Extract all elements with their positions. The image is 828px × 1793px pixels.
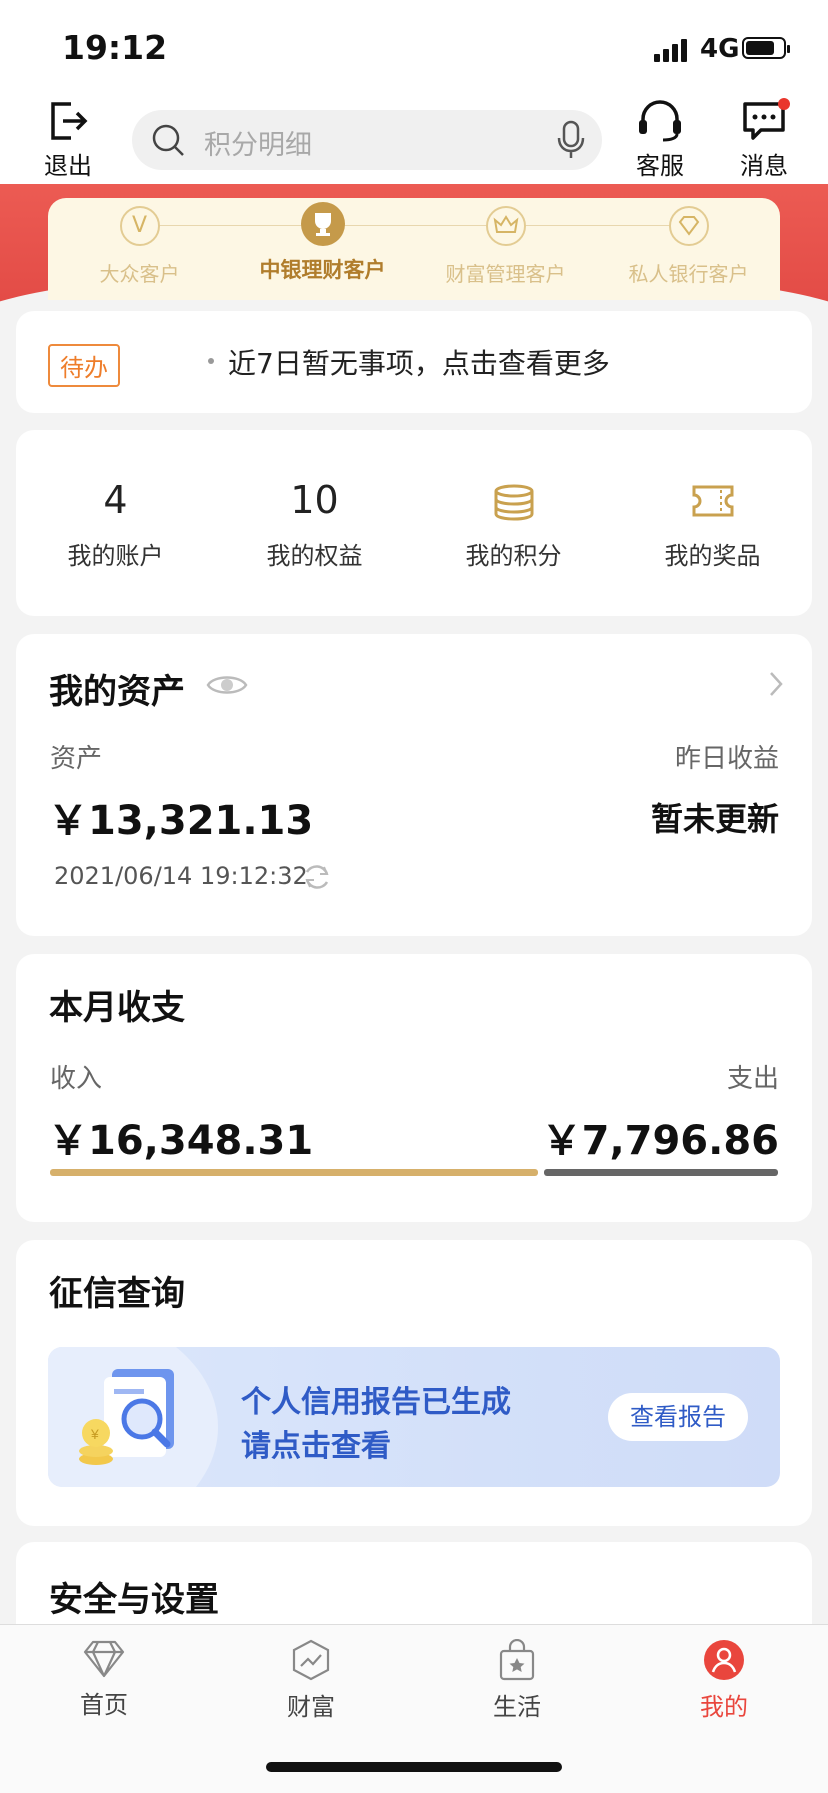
benefits-count: 10 [290,478,339,522]
trophy-icon [300,202,345,246]
my-benefits[interactable]: 10 我的权益 [215,470,414,571]
stats-card: 4 我的账户 10 我的权益 我的积分 我的奖品 [16,430,812,616]
my-points[interactable]: 我的积分 [414,470,613,571]
todo-text: 近7日暂无事项，点击查看更多 [228,347,610,380]
expense-bar [544,1169,778,1176]
income-value: ￥16,348.31 [48,1118,314,1164]
benefits-label: 我的权益 [266,542,363,570]
v-icon: V [119,206,160,246]
status-time: 19:12 [62,28,168,67]
todo-badge: 待办 [48,344,120,387]
yesterday-label: 昨日收益 [674,744,779,774]
tab-mine[interactable]: 我的 [664,1639,784,1722]
level-wealth-client[interactable]: 中银理财客户 [231,202,414,284]
microphone-icon[interactable] [556,120,586,160]
diamond-icon [83,1640,125,1678]
unread-dot [778,98,790,110]
level-mass[interactable]: V 大众客户 [48,206,231,287]
status-bar: 19:12 4G [0,0,828,90]
chart-icon [292,1639,330,1681]
assets-title: 我的资产 [49,672,185,712]
user-icon [704,1640,744,1680]
gem-icon [668,206,709,246]
income-label: 收入 [50,1064,103,1094]
search-icon [152,124,184,156]
view-report-button[interactable]: 查看报告 [608,1393,748,1441]
search-placeholder: 积分明细 [204,130,312,161]
points-label: 我的积分 [465,542,562,570]
customer-service-button[interactable]: 客服 [620,100,700,181]
tab-home[interactable]: 首页 [44,1639,164,1720]
credit-line-1: 个人信用报告已生成 [241,1385,511,1420]
prizes-label: 我的奖品 [664,542,761,570]
credit-banner[interactable]: ¥ 个人信用报告已生成 请点击查看 查看报告 [48,1347,780,1487]
logout-icon [51,102,88,140]
accounts-label: 我的账户 [67,542,164,570]
asset-timestamp: 2021/06/14 19:12:32 [54,862,308,890]
income-bar [50,1169,538,1176]
logout-label: 退出 [44,152,92,180]
my-accounts[interactable]: 4 我的账户 [16,470,215,571]
security-title: 安全与设置 [49,1580,219,1620]
service-label: 客服 [636,152,684,180]
message-label: 消息 [740,152,788,180]
asset-value: ￥13,321.13 [48,798,314,844]
credit-title: 征信查询 [49,1274,185,1314]
level-private-banking[interactable]: 私人银行客户 [597,206,780,287]
assets-card[interactable]: 我的资产 资产 昨日收益 ￥13,321.13 暂未更新 2021/06/14 … [16,634,812,936]
home-indicator [266,1762,562,1772]
bullet-dot [208,358,214,364]
chevron-right-icon[interactable] [768,670,784,698]
expense-label: 支出 [726,1064,779,1094]
credit-line-2: 请点击查看 [241,1429,391,1464]
accounts-count: 4 [103,478,128,522]
expense-value: ￥7,796.86 [541,1118,779,1164]
message-button[interactable]: 消息 [724,100,804,181]
tab-label: 首页 [80,1691,128,1719]
tab-label: 财富 [287,1693,335,1721]
headset-icon [639,100,681,142]
tab-wealth[interactable]: 财富 [251,1639,371,1722]
coins-icon [494,484,533,521]
level-wealth-management[interactable]: 财富管理客户 [414,206,597,287]
bag-icon [499,1639,535,1681]
crown-icon [485,206,526,246]
battery-icon [742,37,790,59]
level-label: 私人银行客户 [628,262,749,286]
logout-button[interactable]: 退出 [28,100,108,181]
search-bar[interactable]: 积分明细 [132,110,602,170]
svg-text:¥: ¥ [90,1426,99,1442]
my-prizes[interactable]: 我的奖品 [613,470,812,571]
tab-label: 生活 [493,1693,541,1721]
level-label: 大众客户 [99,262,180,286]
tab-life[interactable]: 生活 [457,1639,577,1722]
signal-icon [654,38,688,62]
ticket-icon [692,485,733,517]
customer-levels[interactable]: V 大众客户 中银理财客户 财富管理客户 私人银行客户 [48,198,780,300]
level-label: 中银理财客户 [259,258,386,282]
eye-icon[interactable] [206,670,248,700]
yesterday-value: 暂未更新 [650,800,779,838]
asset-label: 资产 [50,744,103,774]
credit-report-icon: ¥ [79,1369,174,1465]
monthly-card[interactable]: 本月收支 收入 支出 ￥16,348.31 ￥7,796.86 [16,954,812,1222]
network-type: 4G [700,34,740,64]
todo-card[interactable]: 待办 近7日暂无事项，点击查看更多 [16,311,812,413]
month-title: 本月收支 [49,988,185,1028]
credit-card[interactable]: 征信查询 ¥ 个人信用报告已生成 请点击查看 查看报告 [16,1240,812,1526]
refresh-icon[interactable] [302,862,332,892]
level-label: 财富管理客户 [445,262,566,286]
tab-label: 我的 [700,1693,748,1721]
